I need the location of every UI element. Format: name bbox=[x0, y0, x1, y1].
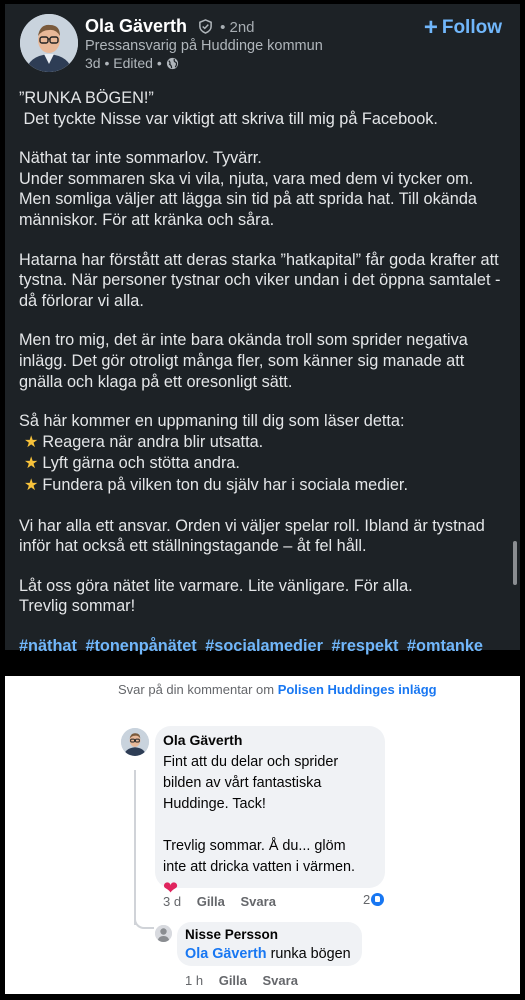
hashtag[interactable]: #näthat bbox=[19, 637, 77, 655]
list-item-text: Reagera när andra blir utsatta. bbox=[42, 432, 264, 451]
post-line: Under sommaren ska vi vila, njuta, vara … bbox=[19, 169, 477, 229]
comment-bubble: Ola Gäverth Fint att du delar och spride… bbox=[155, 726, 385, 898]
globe-icon bbox=[166, 57, 179, 73]
post-line: Låt oss göra nätet lite varmare. Lite vä… bbox=[19, 576, 413, 595]
reply-avatar[interactable] bbox=[155, 925, 172, 942]
author-name[interactable]: Ola Gäverth bbox=[85, 16, 187, 36]
star-icon: ★ bbox=[24, 455, 39, 473]
list-item: ★ Fundera på vilken ton du själv har i so… bbox=[19, 475, 509, 497]
linkedin-post: Ola Gäverth • 2nd Pressansvarig på Huddi… bbox=[5, 4, 520, 655]
post-line: Men tro mig, det är inte bara okända tro… bbox=[19, 331, 468, 391]
thread-line bbox=[134, 770, 136, 925]
list-item-text: Lyft gärna och stötta andra. bbox=[42, 454, 240, 473]
thread-connector bbox=[134, 913, 154, 929]
post-time-edited: 3d • Edited • bbox=[85, 55, 162, 71]
post-line: Det tyckte Nisse var viktigt att skriva … bbox=[19, 109, 438, 128]
reply-mention[interactable]: Ola Gäverth bbox=[185, 946, 267, 962]
commenter-avatar[interactable] bbox=[121, 728, 149, 756]
post-line: ”RUNKA BÖGEN!” bbox=[19, 89, 154, 107]
reply-context-prefix: Svar på din kommentar om bbox=[118, 682, 278, 697]
post-line: Trevlig sommar! bbox=[19, 597, 136, 616]
verified-icon bbox=[198, 18, 213, 34]
reply-time: 1 h bbox=[185, 973, 204, 988]
reply-button[interactable]: Svara bbox=[241, 894, 276, 909]
star-icon: ★ bbox=[24, 433, 39, 451]
follow-button[interactable]: + Follow bbox=[424, 14, 502, 42]
list-item: ★ Reagera när andra blir utsatta. bbox=[19, 432, 509, 454]
reply-message: runka bögen bbox=[266, 946, 351, 962]
hashtag[interactable]: #socialamedier bbox=[205, 637, 323, 655]
reply-text: Ola Gäverth runka bögen bbox=[185, 946, 351, 962]
reply-bubble: Nisse Persson Ola Gäverth runka bögen bbox=[177, 922, 362, 966]
comment-line: Trevlig sommar. Å du... glöm bbox=[163, 838, 346, 854]
comment-author[interactable]: Ola Gäverth bbox=[163, 732, 242, 748]
list-item: ★ Lyft gärna och stötta andra. bbox=[19, 453, 509, 475]
post-meta: 3d • Edited • bbox=[85, 55, 179, 73]
post-text: ”RUNKA BÖGEN!” Det tyckte Nisse var vikt… bbox=[19, 88, 509, 656]
reply-actions: 1 h Gilla Svara bbox=[185, 973, 310, 988]
comment-line: Huddinge. Tack! bbox=[163, 796, 266, 812]
comment-line: bilden av vårt fantastiska bbox=[163, 775, 322, 791]
post-line: Så här kommer en uppmaning till dig som … bbox=[19, 412, 405, 431]
comment-line: Fint att du delar och sprider bbox=[163, 754, 339, 770]
hashtag[interactable]: #tonenpånätet bbox=[85, 637, 196, 655]
post-line: Vi har alla ett ansvar. Orden vi väljer … bbox=[19, 516, 485, 556]
comment-actions: 3 d Gilla Svara bbox=[163, 894, 288, 909]
hashtag-row: #näthat #tonenpånätet #socialamedier #re… bbox=[19, 636, 509, 657]
facebook-comment-card: Svar på din kommentar om Polisen Hudding… bbox=[5, 676, 520, 994]
comment-gap bbox=[163, 815, 383, 836]
like-reaction-icon bbox=[371, 893, 385, 906]
star-icon: ★ bbox=[24, 476, 39, 494]
comment-time: 3 d bbox=[163, 894, 182, 909]
author-name-row[interactable]: Ola Gäverth • 2nd bbox=[85, 16, 255, 37]
reply-context-link[interactable]: Polisen Huddinges inlägg bbox=[278, 682, 437, 697]
reply-author[interactable]: Nisse Persson bbox=[185, 927, 278, 942]
author-headline: Pressansvarig på Huddinge kommun bbox=[85, 38, 323, 54]
comment-line: inte att dricka vatten i värmen. bbox=[163, 859, 355, 875]
plus-icon: + bbox=[423, 14, 438, 41]
post-line: Näthat tar inte sommarlov. Tyvärr. bbox=[19, 149, 262, 168]
like-button[interactable]: Gilla bbox=[219, 973, 247, 988]
hashtag[interactable]: #respekt bbox=[331, 637, 398, 655]
scrollbar[interactable] bbox=[513, 541, 517, 585]
connection-degree: • 2nd bbox=[220, 19, 255, 36]
post-line: Hatarna har förstått att deras starka ”h… bbox=[19, 250, 501, 310]
comment-text: Fint att du delar och sprider bilden av … bbox=[163, 752, 383, 899]
list-item-text: Fundera på vilken ton du själv har i soc… bbox=[42, 475, 408, 494]
author-avatar[interactable] bbox=[20, 14, 78, 72]
follow-label: Follow bbox=[441, 17, 502, 38]
reply-button[interactable]: Svara bbox=[263, 973, 298, 988]
reply-context: Svar på din kommentar om Polisen Hudding… bbox=[118, 681, 437, 698]
reaction-count[interactable]: 2 bbox=[363, 892, 385, 907]
reaction-number: 2 bbox=[363, 892, 371, 907]
hashtag[interactable]: #omtanke bbox=[407, 637, 483, 655]
like-button[interactable]: Gilla bbox=[197, 894, 225, 909]
